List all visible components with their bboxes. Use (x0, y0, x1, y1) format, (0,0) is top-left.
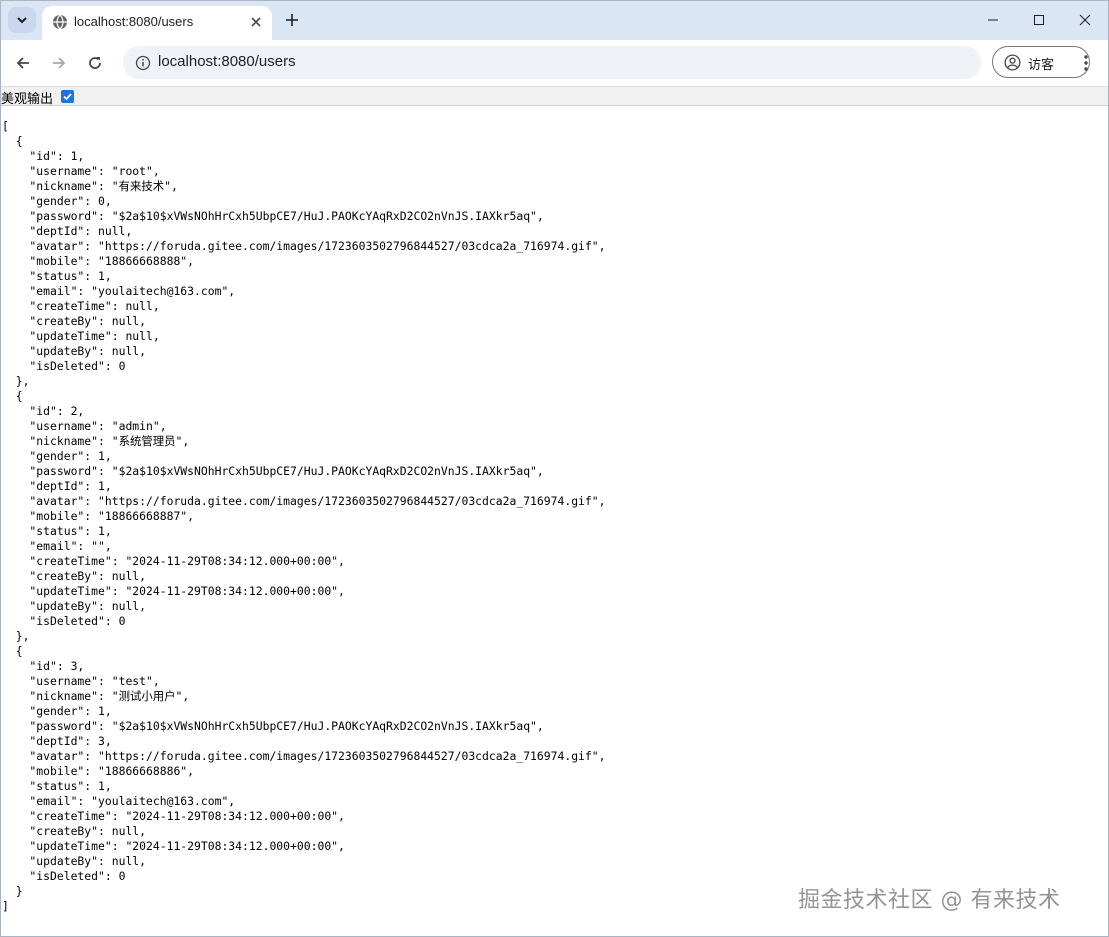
address-bar[interactable]: localhost:8080/users (123, 46, 981, 79)
tab-title: localhost:8080/users (74, 14, 194, 29)
watermark: 掘金技术社区 @ 有来技术 (798, 888, 1061, 913)
pretty-print-label: 美观输出 (1, 92, 54, 107)
pretty-print-checkbox[interactable] (61, 90, 74, 103)
close-icon (1079, 14, 1091, 26)
person-circle-icon (1004, 54, 1021, 71)
checkmark-icon (63, 93, 72, 101)
info-icon[interactable] (135, 55, 151, 71)
reload-icon (89, 57, 101, 69)
json-response-body: [ { "id": 1, "username": "root", "nickna… (2, 119, 606, 913)
chevron-down-icon (17, 17, 27, 24)
arrow-right-icon (53, 57, 66, 69)
url-text[interactable]: localhost:8080/users (158, 53, 296, 70)
pretty-print-bar: 美观输出 (0, 86, 1109, 107)
profile-label: 访客 (1028, 58, 1055, 73)
plus-icon[interactable] (283, 11, 301, 29)
tab-strip: localhost:8080/users (0, 0, 1109, 40)
forward-button[interactable] (48, 52, 70, 74)
tab-search-button[interactable] (8, 7, 36, 33)
close-window-button[interactable] (1072, 8, 1098, 32)
close-icon[interactable] (248, 14, 264, 30)
arrow-left-icon (16, 57, 29, 69)
maximize-icon (1034, 15, 1044, 25)
browser-menu-button[interactable] (1076, 52, 1096, 74)
maximize-button[interactable] (1026, 8, 1052, 32)
more-vert-icon (1084, 55, 1088, 71)
tab-active[interactable]: localhost:8080/users (42, 6, 272, 40)
toolbar: localhost:8080/users 访客 (0, 40, 1109, 86)
minimize-icon (988, 19, 998, 21)
reload-button[interactable] (84, 52, 106, 74)
back-button[interactable] (12, 52, 34, 74)
minimize-button[interactable] (980, 8, 1006, 32)
globe-icon (53, 14, 67, 30)
